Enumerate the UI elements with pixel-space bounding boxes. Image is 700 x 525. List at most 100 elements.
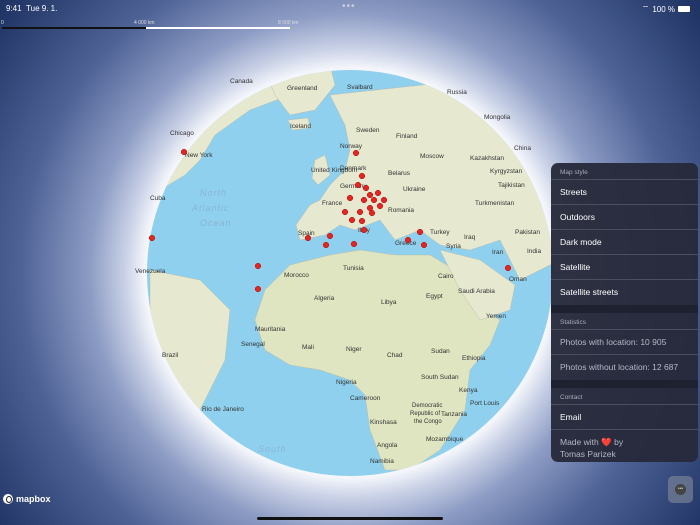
photo-marker[interactable] (148, 234, 156, 242)
photo-marker[interactable] (354, 181, 362, 189)
photo-marker[interactable] (358, 172, 366, 180)
photo-marker[interactable] (304, 234, 312, 242)
map-style-header: Map style (551, 163, 698, 180)
place-label: Sweden (356, 127, 380, 134)
place-label: Pakistan (515, 229, 540, 236)
home-indicator[interactable] (257, 517, 443, 520)
place-label: Kazakhstan (470, 155, 504, 162)
email-button[interactable]: Email (551, 405, 698, 430)
place-label: Rio de Janeiro (202, 406, 244, 413)
settings-panel: Map style Streets Outdoors Dark mode Sat… (551, 163, 698, 462)
place-label: Libya (381, 299, 397, 306)
mapbox-logo-icon (3, 494, 13, 504)
style-dark-mode[interactable]: Dark mode (551, 230, 698, 255)
place-label: France (322, 200, 343, 207)
photo-marker[interactable] (370, 196, 378, 204)
photo-marker[interactable] (254, 285, 262, 293)
style-satellite[interactable]: Satellite (551, 255, 698, 280)
photo-marker[interactable] (322, 241, 330, 249)
ocean-label: Ocean (200, 218, 232, 228)
place-label: Belarus (388, 170, 411, 177)
photo-marker[interactable] (360, 196, 368, 204)
place-label: Kenya (459, 387, 478, 394)
photo-marker[interactable] (380, 196, 388, 204)
place-label: Tunisia (343, 265, 364, 272)
photo-marker[interactable] (416, 228, 424, 236)
mapbox-attribution[interactable]: mapbox (3, 494, 51, 504)
ocean-label: South (258, 444, 287, 454)
photo-marker[interactable] (350, 240, 358, 248)
photo-marker[interactable] (356, 208, 364, 216)
contact-header: Contact (551, 388, 698, 405)
place-label: Kinshasa (370, 419, 397, 426)
place-label: Finland (396, 133, 418, 140)
place-label: Syria (446, 243, 461, 250)
place-label: Iceland (290, 123, 311, 130)
photo-marker[interactable] (374, 189, 382, 197)
divider (551, 380, 698, 388)
place-label: Turkey (430, 229, 450, 236)
photo-marker[interactable] (358, 217, 366, 225)
place-label: Niger (346, 346, 362, 353)
place-label: Kyrgyzstan (490, 168, 523, 175)
place-label: Brazil (162, 352, 179, 359)
place-label: Chicago (170, 130, 194, 137)
place-label: Iran (492, 249, 504, 256)
photo-marker[interactable] (404, 236, 412, 244)
place-label: Norway (340, 143, 363, 150)
place-label: Romania (388, 207, 414, 214)
place-label: United Kingdom (311, 167, 357, 174)
style-streets[interactable]: Streets (551, 180, 698, 205)
place-label: Cameroon (350, 395, 381, 402)
place-label: India (527, 248, 541, 255)
photos-without-location: Photos without location: 12 687 (560, 362, 679, 372)
photo-marker[interactable] (362, 184, 370, 192)
place-label: Sudan (431, 348, 450, 355)
photo-marker[interactable] (180, 148, 188, 156)
place-label: Egypt (426, 293, 443, 300)
place-label: Mali (302, 344, 314, 351)
ocean-label: North (200, 188, 227, 198)
place-label: Venezuela (135, 268, 166, 275)
place-label: Senegal (241, 341, 265, 348)
heart-icon: ❤️ (601, 437, 612, 447)
photo-marker[interactable] (254, 262, 262, 270)
photo-marker[interactable] (420, 241, 428, 249)
photo-marker[interactable] (376, 202, 384, 210)
place-label: Namibia (370, 458, 394, 465)
photo-marker[interactable] (504, 264, 512, 272)
place-label: Algeria (314, 295, 335, 302)
photo-marker[interactable] (326, 232, 334, 240)
place-label: Tanzania (441, 411, 467, 418)
more-icon: ••• (675, 484, 686, 495)
photo-marker[interactable] (348, 216, 356, 224)
photo-marker[interactable] (346, 194, 354, 202)
place-label: Cuba (150, 195, 166, 202)
place-label: China (514, 145, 531, 152)
place-label: Morocco (284, 272, 309, 279)
divider (551, 305, 698, 313)
photo-marker[interactable] (368, 209, 376, 217)
place-label: Democratic Republic of the Congo (410, 403, 442, 425)
more-button[interactable]: ••• (668, 476, 693, 503)
photo-marker[interactable] (366, 191, 374, 199)
statistics-header: Statistics (551, 313, 698, 330)
place-label: Nigeria (336, 379, 357, 386)
photo-marker[interactable] (352, 149, 360, 157)
place-label: Canada (230, 78, 253, 85)
place-label: Mongolia (484, 114, 511, 121)
place-label: Ukraine (403, 186, 426, 193)
photo-marker[interactable] (360, 226, 368, 234)
place-label: Angola (377, 442, 398, 449)
made-with-credit: Made with ❤️ by Tomas Parizek (560, 437, 624, 459)
photo-marker[interactable] (341, 208, 349, 216)
place-label: Oman (509, 276, 527, 283)
place-label: Port Louis (470, 400, 500, 407)
place-label: Mauritania (255, 326, 286, 333)
place-label: Tajikistan (498, 182, 525, 189)
style-outdoors[interactable]: Outdoors (551, 205, 698, 230)
place-label: Moscow (420, 153, 444, 160)
place-label: Greenland (287, 85, 318, 92)
style-satellite-streets[interactable]: Satellite streets (551, 280, 698, 305)
photos-with-location: Photos with location: 10 905 (551, 330, 698, 355)
